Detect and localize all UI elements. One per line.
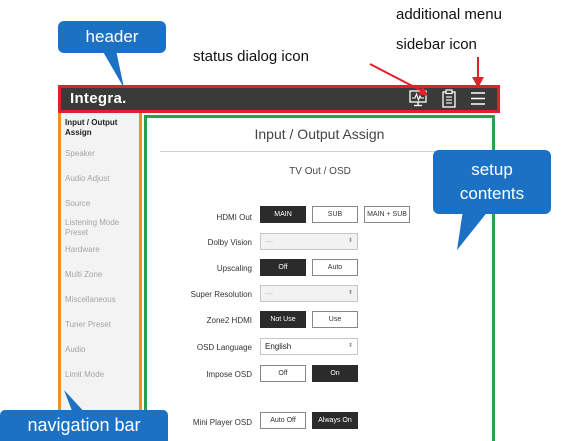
mini-player-osd-always-on-button[interactable]: Always On xyxy=(312,412,358,429)
integra-logo: Integra. xyxy=(70,90,127,107)
hdmi-out-main-sub-button[interactable]: MAIN + SUB xyxy=(364,206,410,223)
mini-player-osd-auto-off-button[interactable]: Auto Off xyxy=(260,412,306,429)
super-resolution-value: --- xyxy=(265,289,273,298)
hamburger-menu-icon[interactable] xyxy=(470,91,486,106)
upscaling-auto-button[interactable]: Auto xyxy=(312,259,358,276)
osd-language-value: English xyxy=(265,342,292,351)
select-arrows-icon: ⬍ xyxy=(347,290,353,296)
clipboard-icon[interactable] xyxy=(441,89,457,108)
sidebar-item-audio-adjust[interactable]: Audio Adjust xyxy=(65,174,109,184)
setup-contents-callout: setup contents xyxy=(433,150,551,214)
sidebar-item-hardware[interactable]: Hardware xyxy=(65,245,100,255)
super-resolution-label: Super Resolution xyxy=(190,290,252,299)
upscaling-off-button[interactable]: Off xyxy=(260,259,306,276)
upscaling-label: Upscaling xyxy=(216,264,252,273)
select-arrows-icon: ⬍ xyxy=(347,238,353,244)
sidebar-item-miscellaneous[interactable]: Miscellaneous xyxy=(65,295,116,305)
section-title: TV Out / OSD xyxy=(289,166,351,177)
sidebar-item-input-output-assign[interactable]: Input / Output Assign xyxy=(65,118,137,138)
dolby-vision-select[interactable]: --- ⬍ xyxy=(260,233,358,250)
osd-language-label: OSD Language xyxy=(196,343,252,352)
select-arrows-icon: ⬍ xyxy=(347,343,353,349)
hdmi-out-sub-button[interactable]: SUB xyxy=(312,206,358,223)
impose-osd-label: Impose OSD xyxy=(206,370,252,379)
hdmi-out-label: HDMI Out xyxy=(216,213,252,222)
navigation-bar-callout: navigation bar xyxy=(0,410,168,441)
setup-callout-pointer xyxy=(457,210,489,250)
osd-language-select[interactable]: English ⬍ xyxy=(260,338,358,355)
status-dialog-annotation: status dialog icon xyxy=(193,48,309,65)
setup-callout-line2: contents xyxy=(459,184,525,203)
additional-menu-arrow xyxy=(472,57,484,88)
status-dialog-arrow xyxy=(369,63,428,96)
sidebar-item-listening-mode-preset[interactable]: Listening Mode Preset xyxy=(65,218,137,238)
page-title: Input / Output Assign xyxy=(254,126,385,142)
super-resolution-select[interactable]: --- ⬍ xyxy=(260,285,358,302)
impose-osd-on-button[interactable]: On xyxy=(312,365,358,382)
zone2-hdmi-not-use-button[interactable]: Not Use xyxy=(260,311,306,328)
header-callout: header xyxy=(58,21,166,53)
impose-osd-off-button[interactable]: Off xyxy=(260,365,306,382)
additional-menu-annotation: additional menu xyxy=(396,6,502,23)
sidebar-item-tuner-preset[interactable]: Tuner Preset xyxy=(65,320,111,330)
hdmi-out-main-button[interactable]: MAIN xyxy=(260,206,306,223)
header-callout-pointer xyxy=(102,50,124,88)
zone2-hdmi-use-button[interactable]: Use xyxy=(312,311,358,328)
sidebar-item-multi-zone[interactable]: Multi Zone xyxy=(65,270,102,280)
dolby-vision-value: --- xyxy=(265,237,273,246)
sidebar-icon-annotation: sidebar icon xyxy=(396,36,477,53)
zone2-hdmi-label: Zone2 HDMI xyxy=(206,316,252,325)
sidebar-item-source[interactable]: Source xyxy=(65,199,90,209)
sidebar-item-audio[interactable]: Audio xyxy=(65,345,85,355)
sidebar-item-speaker[interactable]: Speaker xyxy=(65,149,95,159)
sidebar-item-limit-mode[interactable]: Limit Mode xyxy=(65,370,104,380)
dolby-vision-label: Dolby Vision xyxy=(207,238,252,247)
setup-callout-line1: setup xyxy=(471,160,513,179)
